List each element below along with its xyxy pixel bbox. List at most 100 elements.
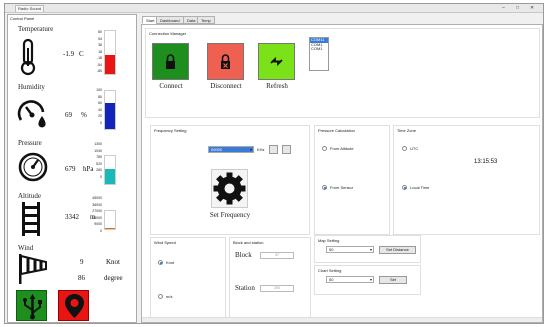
map-setting-title: Map Setting xyxy=(318,238,340,243)
port-list[interactable]: COM11 COM1 COM1 xyxy=(309,37,329,71)
refresh-button[interactable] xyxy=(258,43,295,80)
ms-label: m/s xyxy=(166,294,173,299)
chevron-down-icon: ▾ xyxy=(249,147,252,152)
pressure-gauge xyxy=(104,155,116,185)
map-button[interactable] xyxy=(58,290,89,321)
control-panel-title: Control Panel xyxy=(10,16,35,21)
wind-speed-group: Wind Speed Knot m/s xyxy=(150,237,226,321)
station-label: Station xyxy=(235,284,255,292)
chart-setting-select[interactable]: 50 ▾ xyxy=(326,276,374,283)
map-distance-select[interactable]: 50 ▾ xyxy=(326,246,374,253)
connection-manager-group: Connection Manager Connect Disconnect Re… xyxy=(145,28,540,118)
port-list-item[interactable]: COM1 xyxy=(310,46,328,52)
chart-setting-group: Chart Setting 50 ▾ Set xyxy=(314,265,421,295)
start-tab-content: Connection Manager Connect Disconnect Re… xyxy=(141,24,543,323)
from-altitude-label: From Altitude xyxy=(330,146,354,151)
gear-icon xyxy=(213,172,246,205)
block-input[interactable]: 37 xyxy=(260,252,294,259)
time-zone-title: Time Zone xyxy=(397,128,416,133)
gauge-fill xyxy=(105,227,115,229)
map-setting-group: Map Setting 50 ▾ Set Distance xyxy=(314,235,421,263)
temperature-scale: 80 54 36 18 -18 -54 -80 xyxy=(88,29,102,75)
close-button[interactable]: ✕ xyxy=(530,5,534,11)
altitude-gauge xyxy=(104,210,116,230)
humidity-unit: % xyxy=(81,111,87,119)
frequency-value: 00000 xyxy=(211,147,223,152)
chart-setting-title: Chart Setting xyxy=(318,268,342,273)
lock-icon xyxy=(166,54,175,69)
frequency-unit: KHz xyxy=(257,147,265,152)
utc-radio[interactable] xyxy=(402,146,407,151)
wind-speed-unit: Knot xyxy=(106,258,120,266)
control-panel: Control Panel Temperature -1.9 C 80 54 36 1… xyxy=(7,14,137,323)
station-input[interactable]: 200 xyxy=(260,285,294,292)
from-sensor-radio[interactable] xyxy=(322,185,327,190)
chevron-down-icon: ▾ xyxy=(369,277,372,282)
wind-speed-title: Wind Speed xyxy=(154,240,176,245)
wind-direction-unit: degree xyxy=(104,274,123,282)
temperature-gauge xyxy=(104,30,116,75)
set-chart-button[interactable]: Set xyxy=(379,276,407,284)
humidity-gauge xyxy=(104,90,116,130)
gauge-fill xyxy=(105,54,115,74)
minimize-button[interactable]: – xyxy=(502,5,505,11)
altitude-scale: 45000 36000 27000 18000 9000 0 xyxy=(88,195,102,234)
ladder-icon xyxy=(22,202,40,236)
gauge-tick-label: 0 xyxy=(100,120,102,125)
ms-radio[interactable] xyxy=(158,294,163,299)
block-station-group: Block and station Block 37 Station 200 xyxy=(229,237,311,321)
from-sensor-label: From Sensor xyxy=(330,185,354,190)
block-label: Block xyxy=(235,251,252,259)
usb-button[interactable] xyxy=(16,290,47,321)
wind-direction-value: 86 xyxy=(78,274,85,282)
wind-speed-value: 9 xyxy=(80,258,84,266)
disconnect-button[interactable] xyxy=(207,43,244,80)
map-pin-icon xyxy=(65,294,84,318)
maximize-button[interactable]: □ xyxy=(516,5,519,11)
humidity-scale: 100 80 60 40 20 0 xyxy=(88,87,102,126)
set-distance-button[interactable]: Set Distance xyxy=(379,246,416,254)
humidity-gauge-icon xyxy=(17,100,46,128)
frequency-up-button[interactable] xyxy=(269,145,278,154)
gauge-tick-label: 0 xyxy=(100,228,102,233)
gauge-tick-label: 0 xyxy=(100,174,102,179)
local-time-label: Local Time xyxy=(410,185,430,190)
frequency-down-button[interactable] xyxy=(282,145,291,154)
frequency-setting-group: Frequency Setting 00000 ▾ KHz Set Freque… xyxy=(150,125,310,235)
gauge-tick-label: -80 xyxy=(96,69,102,73)
frequency-setting-title: Frequency Setting xyxy=(154,128,187,133)
app-window: Radio Sound – □ ✕ Control Panel Temperat… xyxy=(4,3,544,324)
set-frequency-button[interactable] xyxy=(211,169,248,208)
thermometer-icon xyxy=(20,38,36,76)
pressure-value: 679 xyxy=(65,165,76,173)
horizontal-scrollbar[interactable] xyxy=(142,317,542,322)
refresh-icon xyxy=(270,56,283,67)
chart-setting-value: 50 xyxy=(329,277,334,282)
map-distance-value: 50 xyxy=(329,247,334,252)
temperature-unit: C xyxy=(79,50,84,58)
clock-time: 13:15:53 xyxy=(474,159,498,165)
frequency-select[interactable]: 00000 ▾ xyxy=(208,146,254,153)
usb-icon xyxy=(23,294,42,320)
pressure-calculation-group: Pressure Calculation From Altitude From … xyxy=(314,125,390,235)
title-bar: Radio Sound – □ ✕ xyxy=(5,4,543,13)
time-zone-group: Time Zone UTC 13:15:53 Local Time xyxy=(393,125,540,235)
pressure-calculation-title: Pressure Calculation xyxy=(318,128,355,133)
from-altitude-radio[interactable] xyxy=(322,146,327,151)
pressure-gauge-icon xyxy=(18,152,48,182)
tab-temp[interactable]: Temp xyxy=(197,16,215,24)
local-time-radio[interactable] xyxy=(402,185,407,190)
disconnect-icon xyxy=(221,54,230,69)
pressure-scale: 1300 1040 780 520 260 0 xyxy=(88,141,102,180)
connect-button[interactable] xyxy=(152,43,189,80)
set-frequency-label: Set Frequency xyxy=(209,211,251,219)
chevron-down-icon: ▾ xyxy=(369,247,372,252)
block-station-title: Block and station xyxy=(233,240,264,245)
tab-dashboard[interactable]: Dashboard xyxy=(156,16,184,24)
gauge-fill xyxy=(105,102,115,129)
humidity-label: Humidity xyxy=(18,83,45,91)
utc-label: UTC xyxy=(410,146,419,151)
knot-radio[interactable] xyxy=(158,260,163,265)
windsock-icon xyxy=(19,254,47,284)
refresh-label: Refresh xyxy=(266,82,288,90)
